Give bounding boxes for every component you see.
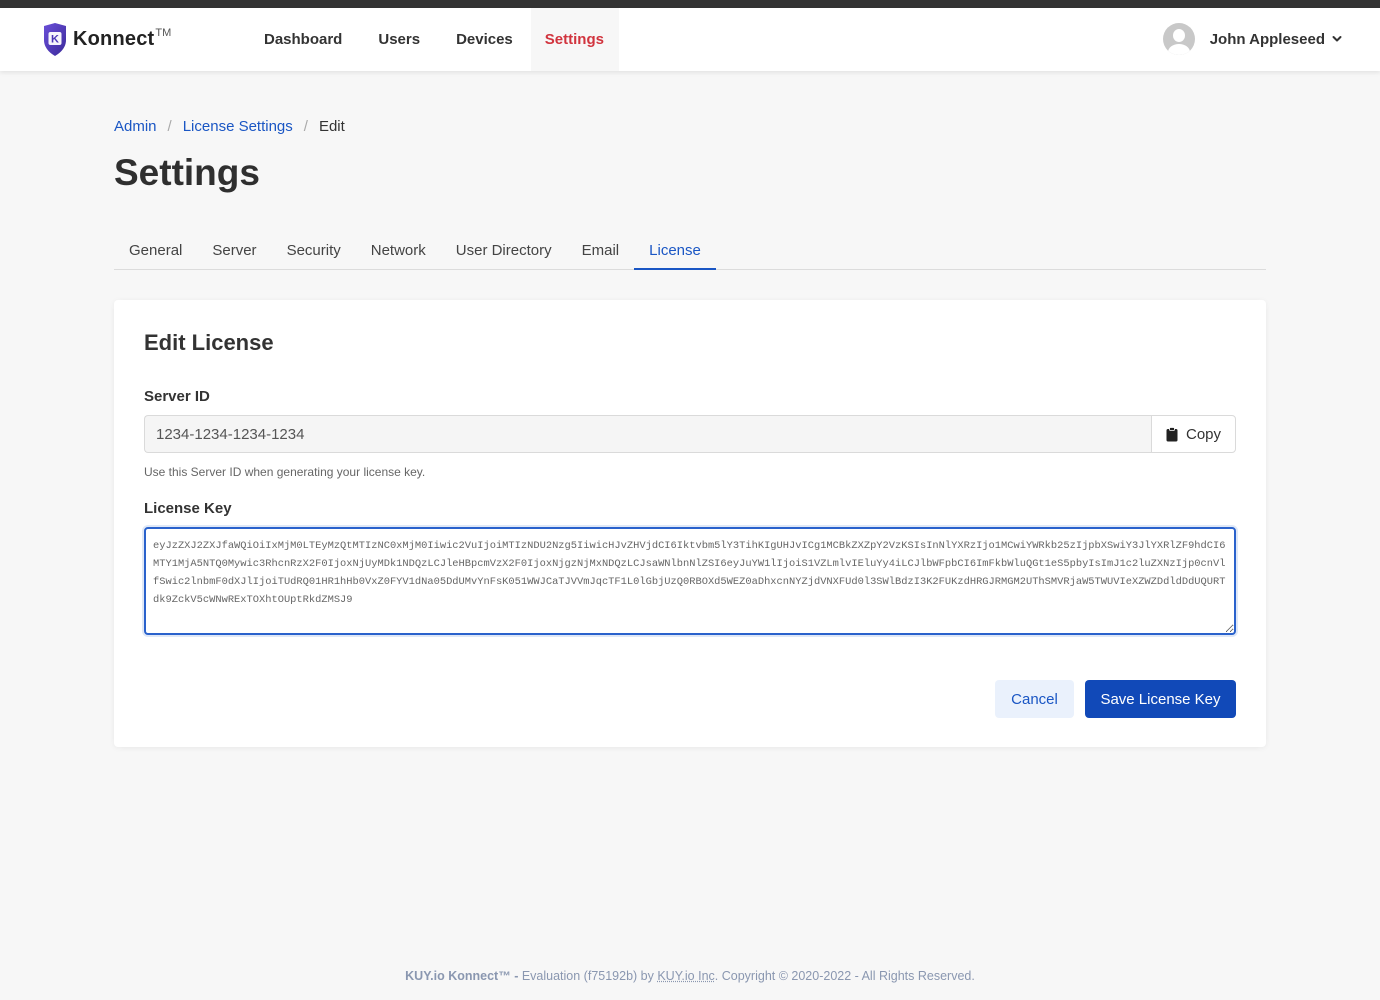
breadcrumb-admin[interactable]: Admin: [114, 118, 157, 135]
footer-edition: Evaluation (f75192b) by: [518, 969, 658, 983]
license-key-label: License Key: [144, 500, 232, 517]
card-title: Edit License: [144, 330, 274, 355]
navbar: K Konnect TM Dashboard Users Devices Set…: [0, 8, 1380, 71]
breadcrumb-edit: Edit: [318, 118, 345, 135]
server-id-input[interactable]: [144, 415, 1151, 453]
server-id-help: Use this Server ID when generating your …: [144, 465, 426, 479]
cancel-button[interactable]: Cancel: [995, 680, 1074, 718]
footer-company-link[interactable]: KUY.io Inc: [657, 969, 714, 983]
tab-email[interactable]: Email: [567, 232, 635, 270]
brand-logo[interactable]: K Konnect TM: [41, 22, 171, 57]
license-key-textarea[interactable]: eyJzZXJ2ZXJfaWQiOiIxMjM0LTEyMzQtMTIzNC0x…: [144, 527, 1236, 635]
tab-server[interactable]: Server: [197, 232, 271, 270]
user-menu[interactable]: John Appleseed: [1162, 23, 1342, 55]
copy-button[interactable]: Copy: [1151, 415, 1236, 453]
tab-user-directory[interactable]: User Directory: [441, 232, 567, 270]
top-strip: [0, 0, 1380, 8]
tab-network[interactable]: Network: [356, 232, 441, 270]
nav-dashboard[interactable]: Dashboard: [246, 8, 360, 71]
breadcrumb-separator: /: [167, 118, 172, 135]
nav-devices[interactable]: Devices: [438, 8, 531, 71]
settings-tabs: General Server Security Network User Dir…: [114, 232, 1266, 270]
breadcrumb-license-settings[interactable]: License Settings: [183, 118, 293, 135]
breadcrumb-separator: /: [303, 118, 308, 135]
footer: KUY.io Konnect™ - Evaluation (f75192b) b…: [0, 969, 1380, 983]
avatar: [1162, 23, 1195, 55]
user-name: John Appleseed: [1209, 30, 1325, 48]
clipboard-icon: [1166, 426, 1178, 441]
breadcrumb: Admin / License Settings / Edit: [114, 118, 345, 135]
chevron-down-icon: [1332, 36, 1342, 42]
footer-copyright: . Copyright © 2020-2022 - All Rights Res…: [714, 969, 975, 983]
server-id-label: Server ID: [144, 388, 210, 405]
tab-general[interactable]: General: [114, 232, 197, 270]
nav-users[interactable]: Users: [360, 8, 438, 71]
save-license-key-button[interactable]: Save License Key: [1085, 680, 1236, 718]
brand-name: Konnect: [73, 28, 155, 50]
tab-license[interactable]: License: [634, 232, 716, 270]
page-title: Settings: [114, 152, 260, 193]
edit-license-card: Edit License Server ID Copy Use this Ser…: [114, 300, 1266, 747]
shield-logo-icon: K: [44, 23, 66, 56]
copy-label: Copy: [1185, 425, 1222, 443]
svg-text:K: K: [51, 34, 59, 46]
tab-security[interactable]: Security: [272, 232, 356, 270]
brand-trademark: TM: [155, 26, 172, 39]
main-nav: Dashboard Users Devices Settings: [246, 8, 619, 71]
footer-product: KUY.io Konnect™ -: [405, 969, 519, 983]
server-id-group: Copy: [144, 415, 1236, 453]
nav-settings[interactable]: Settings: [530, 8, 619, 71]
